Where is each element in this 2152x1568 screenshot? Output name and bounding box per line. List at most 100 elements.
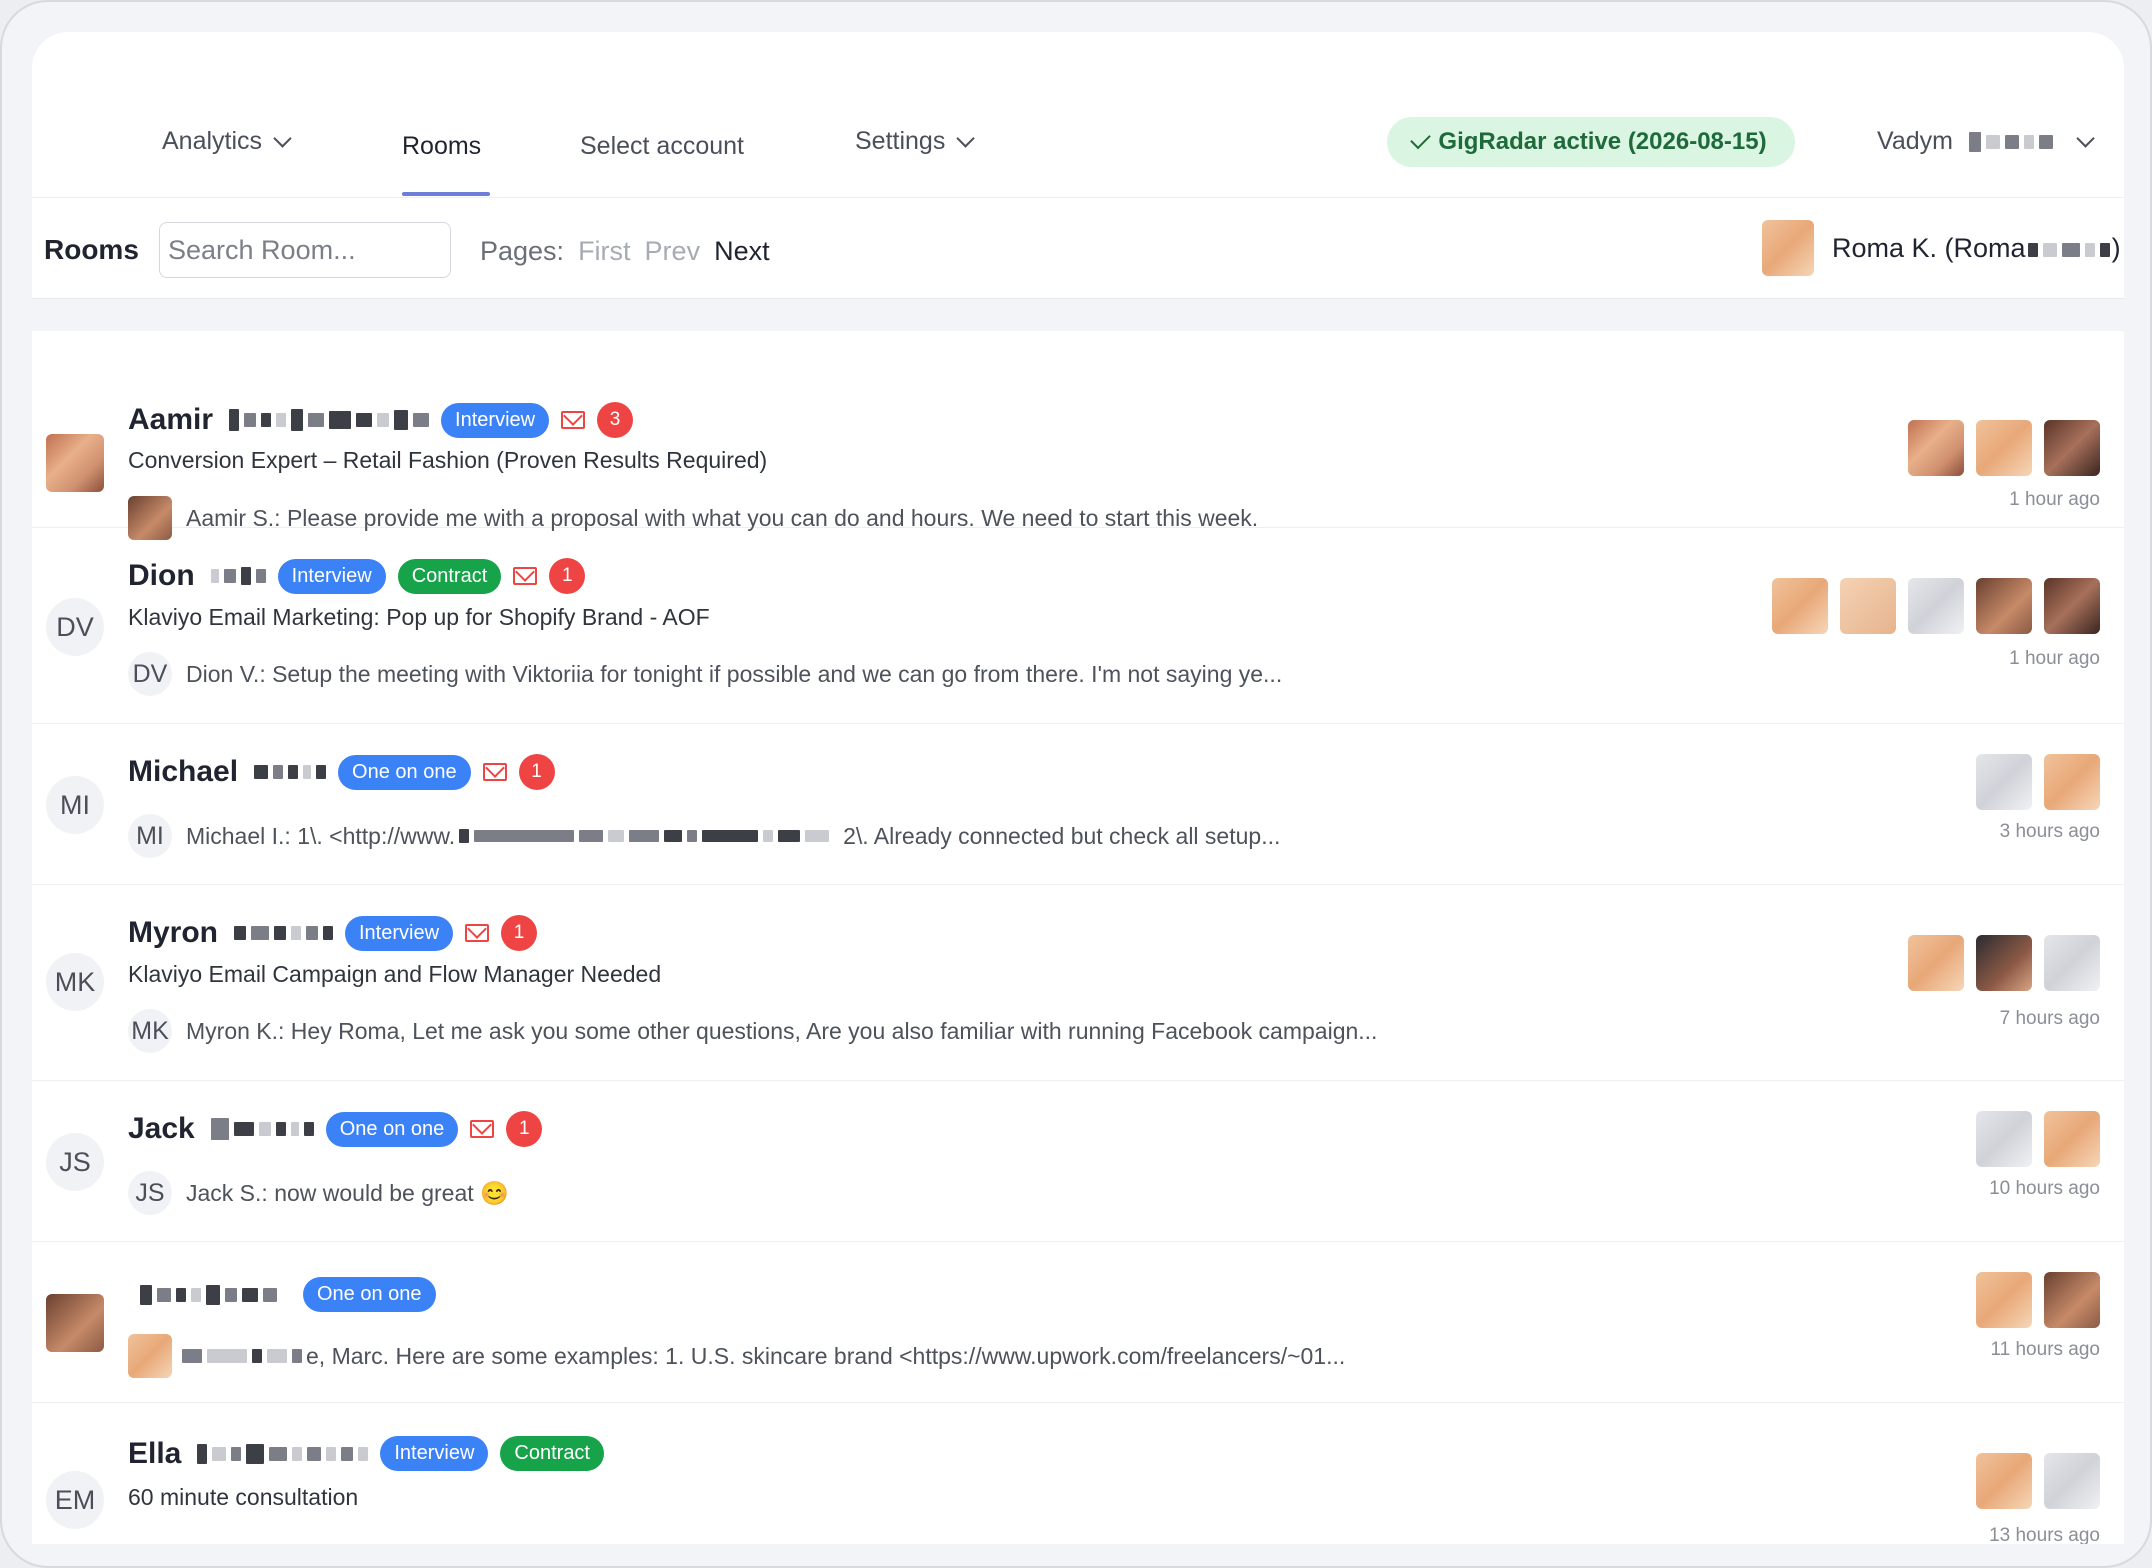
status-badge-label: GigRadar active (2026-08-15) (1438, 128, 1767, 155)
app: Analytics Rooms Select account Settings … (32, 32, 2124, 1544)
avatar (2044, 1272, 2100, 1328)
check-icon (1410, 128, 1432, 150)
room-name: Dion (128, 559, 195, 592)
redacted-text (182, 1349, 302, 1363)
pagination: Pages: First Prev Next (480, 236, 770, 267)
participant-avatars (1908, 420, 2100, 476)
avatar (1762, 220, 1814, 276)
nav-select-account-label: Select account (580, 132, 744, 160)
room-row[interactable]: EM Ella Interview Contract 60 minute con… (32, 1403, 2124, 1544)
avatar (1840, 578, 1896, 634)
timestamp: 13 hours ago (1989, 1525, 2100, 1544)
nav-settings[interactable]: Settings (855, 127, 976, 156)
room-name-line: Myron Interview 1 (128, 915, 538, 951)
avatar (1976, 1453, 2032, 1509)
room-name-line: Jack One on one 1 (128, 1111, 543, 1147)
room-name: Jack (128, 1112, 195, 1145)
room-name: Ella (128, 1436, 182, 1470)
avatar (46, 1294, 104, 1352)
tag-interview: Interview (380, 1436, 489, 1471)
nav-select-account[interactable]: Select account (580, 132, 744, 161)
redacted-text (459, 829, 830, 843)
avatar (1976, 1272, 2032, 1328)
avatar (1976, 1111, 2032, 1167)
page-next-button[interactable]: Next (714, 236, 770, 267)
nav-analytics-label: Analytics (162, 127, 263, 155)
room-row[interactable]: MK Myron Interview 1 Klaviyo Email Campa… (32, 885, 2124, 1081)
redacted-text (210, 1118, 314, 1140)
redacted-text (197, 1443, 369, 1464)
timestamp: 1 hour ago (2009, 648, 2100, 669)
tag-one-on-one: One on one (303, 1277, 436, 1312)
room-subtitle: Conversion Expert – Retail Fashion (Prov… (128, 447, 768, 473)
room-name-line: Michael One on one 1 (128, 754, 555, 790)
avatar (46, 434, 104, 492)
last-message: DV Dion V.: Setup the meeting with Vikto… (128, 652, 1282, 696)
redacted-text (254, 765, 327, 779)
avatar (1976, 754, 2032, 810)
avatar (1976, 578, 2032, 634)
page-title: Rooms (44, 234, 139, 265)
avatar (2044, 578, 2100, 634)
search-input[interactable] (159, 222, 451, 278)
unread-count: 1 (501, 915, 538, 951)
avatar: EM (46, 1471, 104, 1529)
page-first-button[interactable]: First (578, 236, 630, 267)
chevron-down-icon (956, 129, 976, 148)
last-message-text: Dion V.: Setup the meeting with Viktorii… (186, 660, 1283, 687)
status-badge: GigRadar active (2026-08-15) (1387, 117, 1795, 167)
avatar: JS (128, 1171, 172, 1215)
redacted-text (1968, 131, 2053, 152)
room-row[interactable]: One on one e, Marc. Here are some exampl… (32, 1242, 2124, 1403)
room-subtitle: Klaviyo Email Marketing: Pop up for Shop… (128, 604, 710, 630)
room-name-line: One on one (128, 1277, 436, 1312)
unread-count: 1 (506, 1111, 543, 1147)
account-selector[interactable]: Roma K. (Roma) (1762, 220, 2121, 276)
pages-label: Pages: (480, 236, 565, 266)
avatar (2044, 1453, 2100, 1509)
redacted-text (229, 409, 430, 431)
account-name: Roma K. (Roma) (1832, 232, 2121, 263)
tag-interview: Interview (441, 402, 550, 438)
participant-avatars (1908, 935, 2100, 991)
tag-interview: Interview (277, 558, 386, 594)
user-name: Vadym (1877, 127, 1953, 155)
mail-icon (561, 411, 586, 429)
mail-icon (470, 1120, 495, 1138)
timestamp: 7 hours ago (1999, 1008, 2100, 1029)
chevron-down-icon (273, 129, 292, 148)
nav-analytics[interactable]: Analytics (162, 127, 292, 156)
participant-avatars (1976, 1111, 2100, 1167)
timestamp: 10 hours ago (1989, 1178, 2100, 1199)
nav-rooms[interactable]: Rooms (402, 132, 481, 161)
room-name: Aamir (128, 403, 214, 436)
tag-one-on-one: One on one (325, 1111, 459, 1147)
participant-avatars (1772, 578, 2100, 634)
nav-settings-label: Settings (855, 127, 946, 155)
rooms-list: Aamir Interview 3 Conversion Expert – Re… (32, 332, 2124, 1544)
room-row[interactable]: MI Michael One on one 1 MI Michael I.: 1… (32, 724, 2124, 885)
mail-icon (513, 567, 538, 585)
tag-interview: Interview (345, 915, 454, 951)
page-prev-button[interactable]: Prev (645, 236, 701, 267)
unread-count: 3 (597, 402, 634, 438)
last-message-text: Michael I.: 1\. <http://www. (186, 822, 456, 849)
avatar (2044, 935, 2100, 991)
room-name-line: Ella Interview Contract (128, 1436, 604, 1471)
room-name-line: Aamir Interview 3 (128, 402, 634, 438)
room-row[interactable]: JS Jack One on one 1 JS Jack S.: now wou… (32, 1081, 2124, 1242)
redacted-text (140, 1284, 277, 1305)
user-menu[interactable]: Vadym (1877, 127, 2095, 156)
avatar (1908, 935, 1964, 991)
room-row[interactable]: Aamir Interview 3 Conversion Expert – Re… (32, 332, 2124, 540)
active-tab-indicator (402, 192, 490, 196)
top-nav: Analytics Rooms Select account Settings … (32, 32, 2124, 198)
last-message: MK Myron K.: Hey Roma, Let me ask you so… (128, 1009, 1377, 1053)
mail-icon (482, 763, 507, 781)
avatar (1976, 935, 2032, 991)
avatar: DV (46, 598, 104, 656)
avatar (2044, 1111, 2100, 1167)
redacted-text (234, 926, 333, 940)
last-message: e, Marc. Here are some examples: 1. U.S.… (128, 1334, 1345, 1378)
room-row[interactable]: DV Dion Interview Contract 1 Klaviyo Ema… (32, 528, 2124, 724)
